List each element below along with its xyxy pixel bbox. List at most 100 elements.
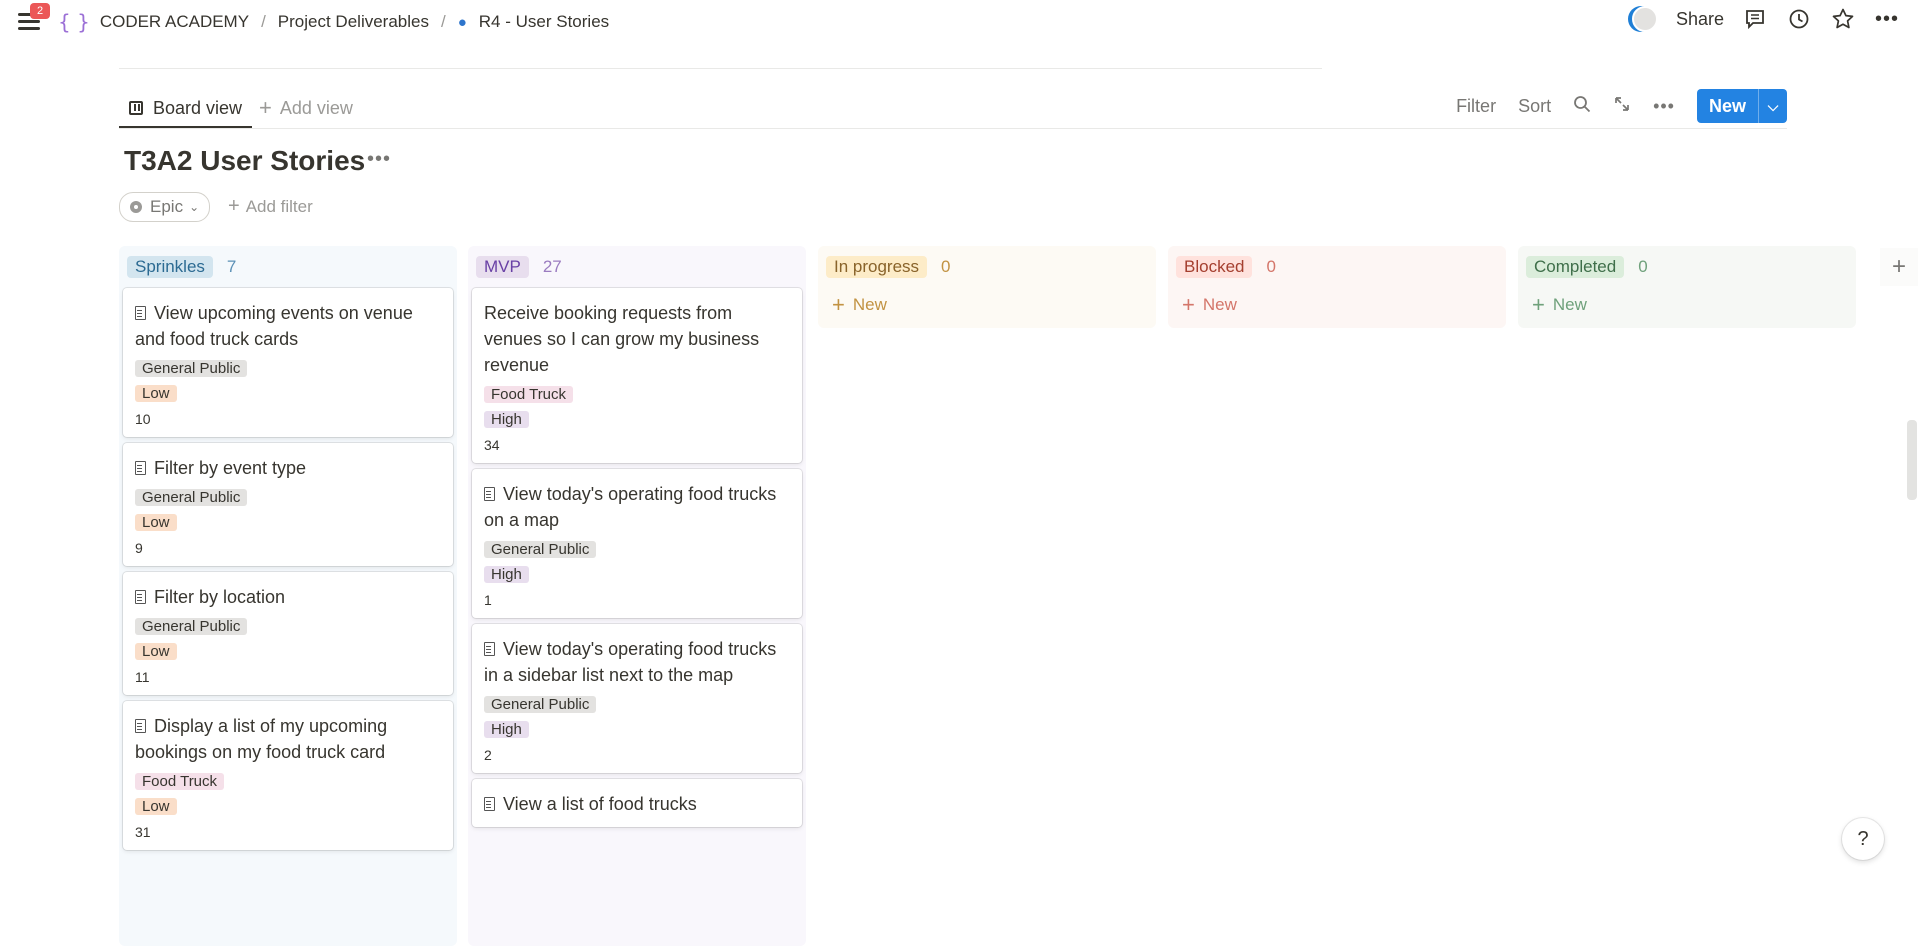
board-icon: [129, 101, 143, 115]
filter-button[interactable]: Filter: [1456, 96, 1496, 117]
add-view-button[interactable]: + Add view: [259, 90, 353, 126]
page-title: T3A2 User Stories: [124, 145, 366, 176]
story-card[interactable]: Filter by location General Public Low 11: [123, 572, 453, 695]
column-new-button[interactable]: + New: [1168, 288, 1506, 322]
story-card[interactable]: View today's operating food trucks in a …: [472, 624, 802, 773]
document-icon: [135, 461, 146, 475]
card-title: View upcoming events on venue and food t…: [135, 300, 441, 352]
column-name-tag: Sprinkles: [127, 256, 213, 278]
expand-icon[interactable]: [1613, 95, 1631, 118]
card-title: Filter by event type: [135, 455, 441, 481]
column-header[interactable]: MVP 27: [468, 246, 806, 288]
tab-board-view[interactable]: Board view: [119, 90, 253, 128]
tag-row: Low: [135, 635, 441, 660]
card-tag: High: [484, 721, 529, 738]
sort-button[interactable]: Sort: [1518, 96, 1551, 117]
document-icon: [484, 797, 495, 811]
more-options-icon[interactable]: •••: [1874, 6, 1900, 32]
story-card[interactable]: View upcoming events on venue and food t…: [123, 288, 453, 437]
plus-icon: +: [832, 292, 845, 317]
board-column: Sprinkles 7 View upcoming events on venue …: [119, 246, 457, 946]
column-new-label: New: [1202, 295, 1237, 314]
tag-row: General Public: [135, 352, 441, 377]
column-count: 0: [941, 257, 951, 276]
card-number: 34: [484, 437, 500, 453]
column-header[interactable]: In progress 0: [818, 246, 1156, 288]
card-tag: General Public: [484, 541, 597, 558]
add-column-button[interactable]: +: [1880, 248, 1918, 286]
chevron-down-icon: ⌄: [189, 200, 200, 214]
card-title: Receive booking requests from venues so …: [484, 300, 790, 378]
column-name-tag: MVP: [476, 256, 529, 278]
tab-active-underline: [119, 126, 253, 128]
column-name-tag: Completed: [1526, 256, 1625, 278]
card-title: Filter by location: [135, 584, 441, 610]
header-divider: [119, 68, 1322, 69]
add-filter-label: Add filter: [245, 197, 313, 216]
card-title-text: Filter by location: [154, 587, 286, 607]
card-tag: Low: [135, 385, 177, 402]
comment-icon[interactable]: [1742, 6, 1768, 32]
search-icon[interactable]: [1573, 95, 1591, 118]
story-card[interactable]: Display a list of my upcoming bookings o…: [123, 701, 453, 850]
filter-chip-label: Epic: [150, 197, 184, 216]
view-actions: Filter Sort ••• New ⌵: [1456, 88, 1787, 124]
board-column: MVP 27 Receive booking requests from venue…: [468, 246, 806, 946]
card-title-text: View today's operating food trucks on a …: [484, 484, 777, 530]
card-tag: General Public: [135, 360, 248, 377]
plus-icon: +: [1532, 292, 1545, 317]
card-title-text: Receive booking requests from venues so …: [484, 303, 760, 375]
column-new-button[interactable]: + New: [818, 288, 1156, 322]
breadcrumb-item-page[interactable]: R4 - User Stories: [479, 12, 609, 32]
story-card[interactable]: View a list of food trucks: [472, 779, 802, 827]
scrollbar[interactable]: [1907, 420, 1917, 500]
avatar-secondary[interactable]: [1631, 6, 1658, 32]
card-title-text: View today's operating food trucks in a …: [484, 639, 777, 685]
view-bar: Board view + Add view Filter Sort ••• Ne…: [119, 88, 1787, 129]
title-more-icon[interactable]: •••: [367, 148, 391, 171]
column-header[interactable]: Completed 0: [1518, 246, 1856, 288]
tag-row: Low: [135, 377, 441, 402]
plus-icon: +: [228, 195, 240, 217]
story-card[interactable]: View today's operating food trucks on a …: [472, 469, 802, 618]
document-icon: [135, 719, 146, 733]
column-header[interactable]: Blocked 0: [1168, 246, 1506, 288]
people-icon: ●: [457, 13, 467, 31]
add-view-label: Add view: [279, 97, 353, 118]
story-card[interactable]: Filter by event type General Public Low 9: [123, 443, 453, 566]
star-icon[interactable]: [1830, 6, 1856, 32]
new-button[interactable]: New: [1697, 89, 1758, 123]
card-title-text: Display a list of my upcoming bookings o…: [135, 716, 388, 762]
card-tag: High: [484, 566, 529, 583]
tag-row: Low: [135, 790, 441, 815]
story-card[interactable]: Receive booking requests from venues so …: [472, 288, 802, 463]
notification-badge: 2: [30, 3, 50, 19]
column-header[interactable]: Sprinkles 7: [119, 246, 457, 288]
card-number: 9: [135, 540, 143, 556]
card-tag: Low: [135, 514, 177, 531]
share-button[interactable]: Share: [1676, 9, 1724, 30]
tag-row: General Public: [135, 481, 441, 506]
column-new-button[interactable]: + New: [1518, 288, 1856, 322]
card-tag: Low: [135, 643, 177, 660]
column-name-tag: Blocked: [1176, 256, 1253, 278]
help-button[interactable]: ?: [1842, 818, 1884, 860]
column-count: 27: [542, 257, 562, 276]
card-tag: General Public: [135, 489, 248, 506]
view-more-icon[interactable]: •••: [1653, 96, 1675, 117]
tag-row: Low: [135, 506, 441, 531]
card-number: 31: [135, 824, 151, 840]
document-icon: [484, 487, 495, 501]
add-filter-button[interactable]: + Add filter: [228, 195, 313, 218]
column-new-label: New: [852, 295, 887, 314]
history-clock-icon[interactable]: [1786, 6, 1812, 32]
chevron-down-icon[interactable]: ⌵: [1758, 89, 1787, 123]
breadcrumb-item-workspace[interactable]: CODER ACADEMY: [100, 12, 249, 32]
plus-icon: +: [1182, 292, 1195, 317]
epic-filter-chip[interactable]: Epic ⌄: [119, 192, 211, 222]
card-title: Display a list of my upcoming bookings o…: [135, 713, 441, 765]
status-dot-icon: [130, 201, 142, 213]
breadcrumb-separator: /: [261, 12, 266, 31]
breadcrumb-item-project[interactable]: Project Deliverables: [278, 12, 429, 32]
tag-row: High: [484, 558, 790, 583]
